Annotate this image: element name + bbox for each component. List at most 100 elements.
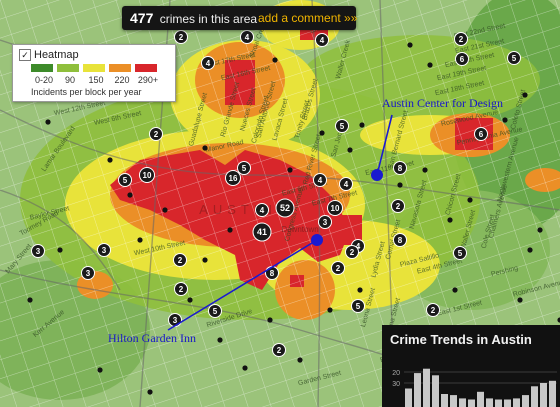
cluster-count: 4 [260, 206, 265, 215]
crime-trends-panel[interactable]: 30 20 Crime Trends in Austin [382, 325, 560, 407]
cluster-count: 5 [213, 307, 218, 316]
cluster-count: 5 [512, 54, 517, 63]
cluster-count: 2 [336, 264, 341, 273]
incident-dot[interactable] [527, 247, 533, 253]
cluster-count: 2 [431, 306, 436, 315]
crime-count-label: crimes in this area [159, 12, 258, 26]
trend-bar [459, 398, 466, 407]
legend-bin-label: 220 [114, 75, 130, 85]
incident-dot[interactable] [202, 257, 208, 263]
cluster-count: 2 [178, 256, 183, 265]
cluster-count: 8 [398, 236, 403, 245]
incident-dot[interactable] [502, 117, 508, 123]
austin-center-label[interactable]: Austin Center for Design [382, 96, 503, 110]
cluster-count: 3 [86, 269, 91, 278]
hilton-label[interactable]: Hilton Garden Inn [108, 331, 196, 345]
cluster-count: 8 [270, 269, 275, 278]
trend-bar [450, 395, 457, 407]
cluster-count: 2 [396, 202, 401, 211]
trend-ytick: 30 [392, 381, 400, 388]
incident-dot[interactable] [422, 167, 428, 173]
trend-bar [441, 394, 448, 407]
incident-dot[interactable] [187, 297, 193, 303]
trend-bar [549, 380, 556, 407]
incident-dot[interactable] [407, 42, 413, 48]
trend-bar [513, 398, 520, 407]
trend-ytick: 20 [392, 370, 400, 377]
add-comment-link[interactable]: add a comment »» [258, 6, 357, 30]
cluster-count: 3 [323, 218, 328, 227]
incident-dot[interactable] [359, 122, 365, 128]
legend-swatch [31, 64, 53, 72]
cluster-count: 52 [280, 203, 290, 213]
legend-bin-label: 0-20 [34, 75, 53, 85]
cluster-count: 5 [340, 122, 345, 131]
legend-bin-label: 290+ [137, 75, 159, 85]
incident-dot[interactable] [242, 365, 248, 371]
cluster-count: 5 [242, 164, 247, 173]
incident-dot[interactable] [517, 297, 523, 303]
crime-count: 477 [130, 10, 154, 26]
incident-dot[interactable] [107, 157, 113, 163]
incident-dot[interactable] [327, 307, 333, 313]
cluster-count: 16 [229, 174, 238, 183]
legend-bin-label: 150 [88, 75, 104, 85]
austin-center-pin[interactable] [371, 169, 383, 181]
incident-dot[interactable] [227, 227, 233, 233]
incident-dot[interactable] [267, 317, 273, 323]
crime-count-bar: 477 crimes in this area add a comment »» [122, 6, 357, 30]
heatmap-checkbox[interactable]: ✓ [19, 49, 31, 61]
incident-dot[interactable] [217, 337, 223, 343]
incident-dot[interactable] [162, 207, 168, 213]
trend-bar [486, 398, 493, 407]
hilton-pin[interactable] [311, 234, 323, 246]
incident-dot[interactable] [287, 167, 293, 173]
cluster-count: 2 [350, 248, 355, 257]
incident-dot[interactable] [357, 287, 363, 293]
trend-bar [414, 373, 421, 407]
incident-dot[interactable] [272, 57, 278, 63]
incident-dot[interactable] [452, 287, 458, 293]
heatmap-label[interactable]: Heatmap [34, 49, 79, 61]
cluster-count: 5 [356, 302, 361, 311]
incident-dot[interactable] [447, 217, 453, 223]
crime-trends-title: Crime Trends in Austin [390, 332, 532, 347]
trend-bar [468, 399, 475, 407]
legend-swatch [57, 64, 79, 72]
incident-dot[interactable] [57, 247, 63, 253]
cluster-count: 3 [36, 247, 41, 256]
incident-dot[interactable] [467, 197, 473, 203]
incident-dot[interactable] [147, 389, 153, 395]
incident-dot[interactable] [347, 147, 353, 153]
cluster-count: 4 [318, 176, 323, 185]
incident-dot[interactable] [45, 119, 51, 125]
incident-dot[interactable] [137, 237, 143, 243]
downtown-label: Downtown [281, 225, 318, 234]
incident-dot[interactable] [319, 130, 325, 136]
cluster-count: 4 [344, 180, 349, 189]
cluster-count: 2 [179, 285, 184, 294]
trend-bar [405, 388, 412, 407]
cluster-count: 4 [245, 33, 250, 42]
incident-dot[interactable] [522, 92, 528, 98]
trend-bar [540, 383, 547, 407]
incident-dot[interactable] [427, 62, 433, 68]
legend-swatches [31, 64, 161, 72]
legend-swatch [109, 64, 131, 72]
incident-dot[interactable] [202, 145, 208, 151]
incident-dot[interactable] [297, 357, 303, 363]
incident-dot[interactable] [127, 192, 133, 198]
trend-bar [432, 375, 439, 407]
incident-dot[interactable] [397, 182, 403, 188]
cluster-count: 10 [143, 171, 152, 180]
cluster-count: 3 [102, 246, 107, 255]
legend-footnote: Incidents per block per year [31, 87, 142, 97]
incident-dot[interactable] [27, 297, 33, 303]
cluster-count: 41 [257, 227, 267, 237]
legend-swatch [135, 64, 157, 72]
incident-dot[interactable] [537, 227, 543, 233]
legend-labels: 0-20 90 150 220 290+ [31, 75, 161, 85]
incident-dot[interactable] [97, 367, 103, 373]
cluster-count: 2 [459, 35, 464, 44]
legend-bin-label: 90 [64, 75, 75, 85]
